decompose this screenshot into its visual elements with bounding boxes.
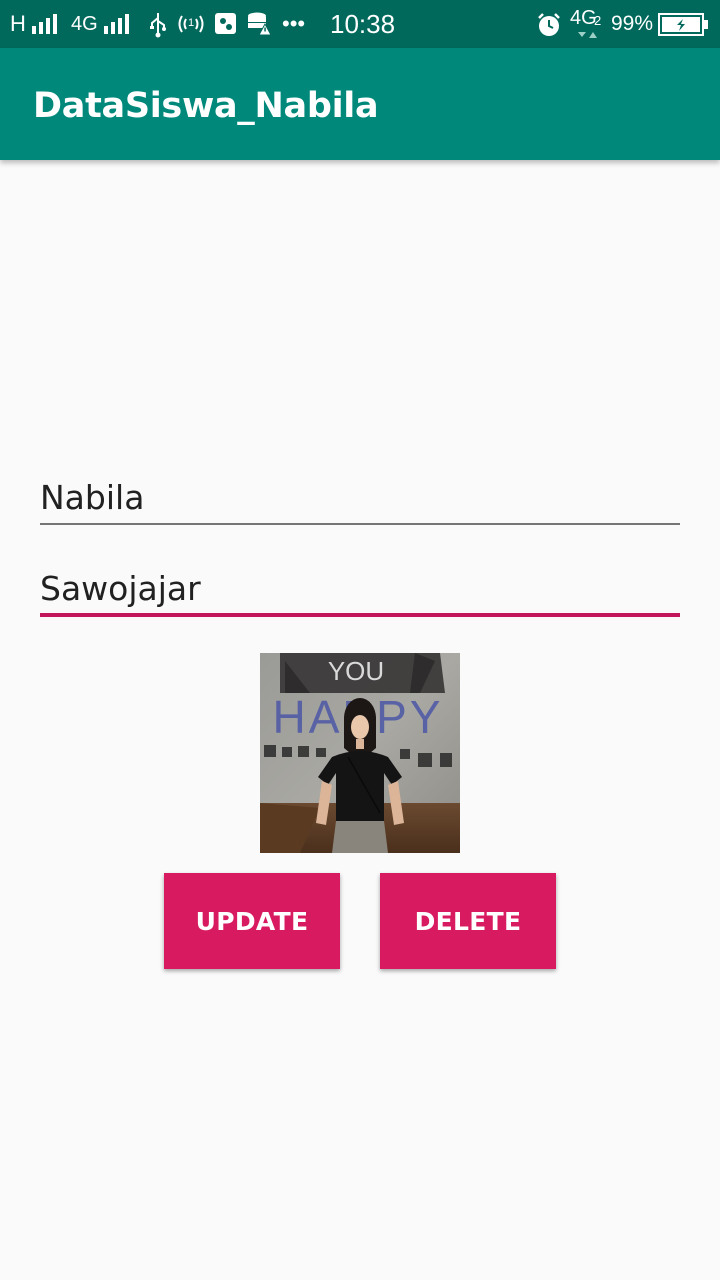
carrier-label-2: 4G [71, 13, 98, 35]
delete-button[interactable]: DELETE [380, 873, 556, 969]
hotspot-icon: 1 [178, 15, 204, 33]
signal-bars-icon-2 [104, 14, 129, 34]
update-button[interactable]: UPDATE [164, 873, 340, 969]
name-field-underline [40, 523, 680, 525]
signal-bars-icon [32, 14, 57, 34]
usb-icon [150, 13, 166, 38]
carrier-label-1: H [10, 11, 26, 36]
student-photo[interactable]: YOU HAPPY [260, 653, 460, 853]
wall-text-you: YOU [328, 656, 384, 686]
clock: 10:38 [330, 9, 396, 39]
storage-warning-icon [248, 12, 272, 36]
app-bar: DataSiswa_Nabila [0, 48, 720, 160]
name-field-value: Nabila [40, 478, 145, 517]
svg-text:1: 1 [188, 17, 194, 29]
more-notifications-icon: ••• [282, 11, 306, 36]
app-notification-icon [215, 13, 236, 34]
alarm-icon [538, 13, 560, 36]
app-title: DataSiswa_Nabila [33, 86, 379, 126]
address-field-value: Sawojajar [40, 569, 201, 608]
battery-percent: 99% [611, 12, 654, 35]
address-field[interactable]: Sawojajar [40, 556, 680, 617]
battery-charging-icon [658, 13, 708, 36]
status-bar: H 4G 1 ••• 10:38 4G 2 99% [0, 0, 720, 48]
address-field-underline [40, 613, 680, 617]
data-activity-icon [578, 32, 597, 38]
name-field[interactable]: Nabila [40, 465, 680, 525]
student-photo-image: YOU HAPPY [260, 653, 460, 853]
